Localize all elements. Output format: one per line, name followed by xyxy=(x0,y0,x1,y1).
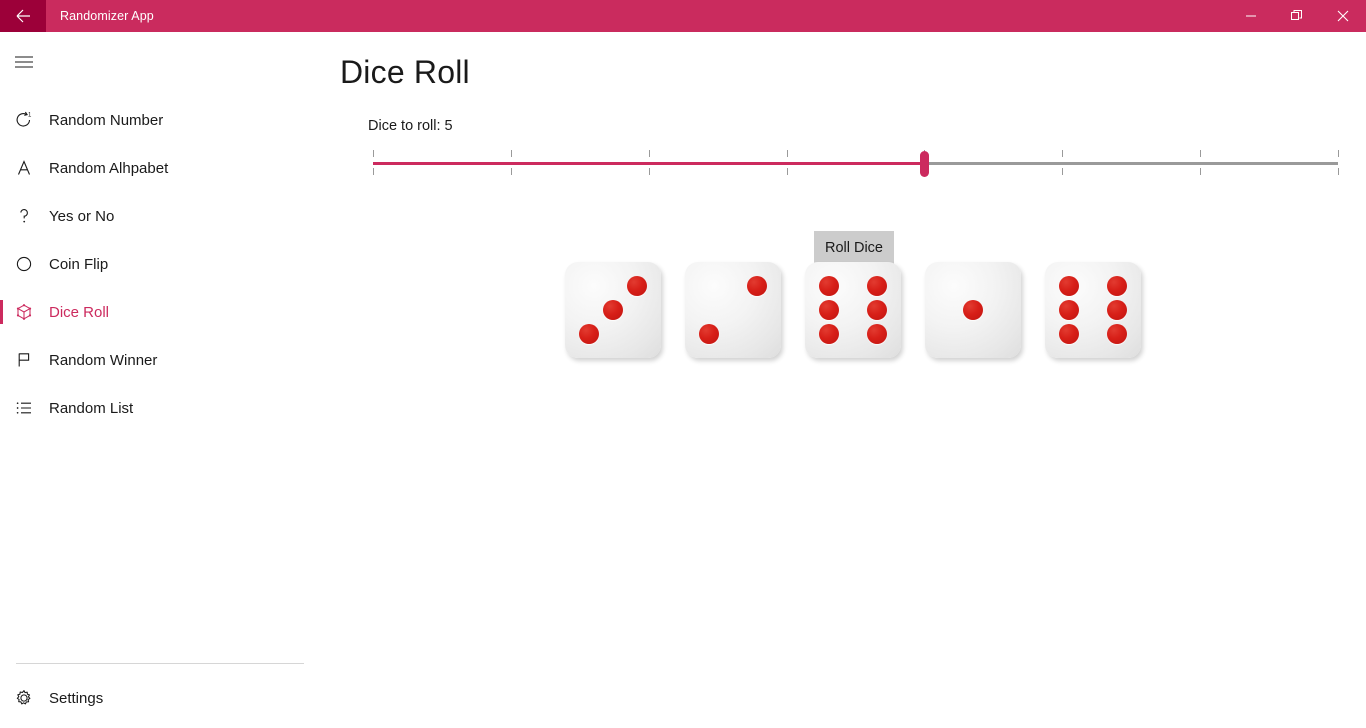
die-pip xyxy=(819,276,839,296)
restore-icon xyxy=(1291,10,1303,22)
slider-tick xyxy=(786,168,788,175)
sidebar-footer: Settings xyxy=(0,663,320,722)
die-pip xyxy=(1059,324,1079,344)
slider-track-fill xyxy=(373,162,925,165)
sidebar-item-dice-roll[interactable]: Dice Roll xyxy=(0,288,320,336)
selection-accent-bar xyxy=(0,252,3,276)
roll-dice-button[interactable]: Roll Dice xyxy=(814,231,894,264)
die-pip xyxy=(867,276,887,296)
selection-accent-bar xyxy=(0,300,3,324)
sidebar-item-label: Random Number xyxy=(49,111,164,129)
slider-tick xyxy=(1200,168,1202,175)
sidebar-item-random-list[interactable]: Random List xyxy=(0,384,320,432)
sidebar-item-label: Random Alhpabet xyxy=(49,159,169,177)
list-icon xyxy=(0,384,48,432)
die-face xyxy=(805,262,901,358)
sidebar-item-label: Yes or No xyxy=(49,207,115,225)
svg-text:1: 1 xyxy=(28,113,32,119)
sidebar-item-label: Random Winner xyxy=(49,351,158,369)
die-pip xyxy=(1107,300,1127,320)
minimize-button[interactable] xyxy=(1228,0,1274,32)
sidebar-item-coin-flip[interactable]: Coin Flip xyxy=(0,240,320,288)
die-pip xyxy=(579,324,599,344)
dice-results xyxy=(565,262,1141,358)
slider-tick xyxy=(648,150,650,157)
page-title: Dice Roll xyxy=(340,54,470,90)
selection-accent-bar xyxy=(0,686,3,710)
sidebar-nav: 1 Random Number Random Alhpabet Yes or N… xyxy=(0,96,320,432)
question-mark-icon xyxy=(0,192,48,240)
slider-tick xyxy=(648,168,650,175)
slider-tick xyxy=(1338,150,1339,157)
sidebar-divider xyxy=(16,663,304,664)
die-pip xyxy=(603,300,623,320)
sidebar-item-label: Coin Flip xyxy=(49,255,109,273)
selection-accent-bar xyxy=(0,156,3,180)
hamburger-menu-button[interactable] xyxy=(0,40,48,88)
die-pip xyxy=(1059,276,1079,296)
die-pip xyxy=(819,300,839,320)
selection-accent-bar xyxy=(0,348,3,372)
die-pip xyxy=(1107,324,1127,344)
die-face xyxy=(1045,262,1141,358)
sidebar-item-yes-or-no[interactable]: Yes or No xyxy=(0,192,320,240)
sidebar-item-label: Random List xyxy=(49,399,134,417)
main-content: Dice Roll Dice to roll: 5 Roll Dice xyxy=(320,32,1366,728)
die-pip xyxy=(819,324,839,344)
slider-tick xyxy=(786,150,788,157)
die-pip xyxy=(1059,300,1079,320)
hamburger-icon xyxy=(14,55,34,74)
selection-accent-bar xyxy=(0,108,3,132)
slider-tick xyxy=(373,168,374,175)
sidebar-item-random-alhpabet[interactable]: Random Alhpabet xyxy=(0,144,320,192)
slider-tick xyxy=(1062,168,1064,175)
selection-accent-bar xyxy=(0,396,3,420)
die-pip xyxy=(867,324,887,344)
dice-count-slider[interactable] xyxy=(365,140,1340,178)
sidebar-item-random-number[interactable]: 1 Random Number xyxy=(0,96,320,144)
die-face xyxy=(565,262,661,358)
slider-tick xyxy=(373,150,374,157)
die-pip xyxy=(627,276,647,296)
flag-icon xyxy=(0,336,48,384)
die-pip xyxy=(699,324,719,344)
letter-a-icon xyxy=(0,144,48,192)
die-face xyxy=(685,262,781,358)
close-button[interactable] xyxy=(1320,0,1366,32)
circle-icon xyxy=(0,240,48,288)
dice-icon xyxy=(0,288,48,336)
close-icon xyxy=(1337,10,1349,22)
die-face xyxy=(925,262,1021,358)
refresh-one-icon: 1 xyxy=(0,96,48,144)
slider-thumb[interactable] xyxy=(919,151,929,177)
die-pip xyxy=(963,300,983,320)
die-pip xyxy=(867,300,887,320)
sidebar-item-label: Settings xyxy=(49,689,104,707)
selection-accent-bar xyxy=(0,204,3,228)
sidebar-item-settings[interactable]: Settings xyxy=(0,674,320,722)
slider-tick xyxy=(510,150,512,157)
dice-count-label: Dice to roll: 5 xyxy=(368,118,453,134)
die-pip xyxy=(747,276,767,296)
slider-tick xyxy=(1338,168,1339,175)
minimize-icon xyxy=(1245,10,1257,22)
app-title: Randomizer App xyxy=(60,9,154,23)
slider-tick xyxy=(1200,150,1202,157)
back-arrow-icon xyxy=(14,7,32,25)
sidebar: 1 Random Number Random Alhpabet Yes or N… xyxy=(0,32,320,728)
gear-icon xyxy=(0,674,48,722)
die-pip xyxy=(1107,276,1127,296)
back-button[interactable] xyxy=(0,0,46,32)
sidebar-item-random-winner[interactable]: Random Winner xyxy=(0,336,320,384)
restore-button[interactable] xyxy=(1274,0,1320,32)
slider-tick xyxy=(1062,150,1064,157)
window-controls xyxy=(1228,0,1366,32)
slider-tick xyxy=(510,168,512,175)
title-bar: Randomizer App xyxy=(0,0,1366,32)
sidebar-item-label: Dice Roll xyxy=(49,303,110,321)
